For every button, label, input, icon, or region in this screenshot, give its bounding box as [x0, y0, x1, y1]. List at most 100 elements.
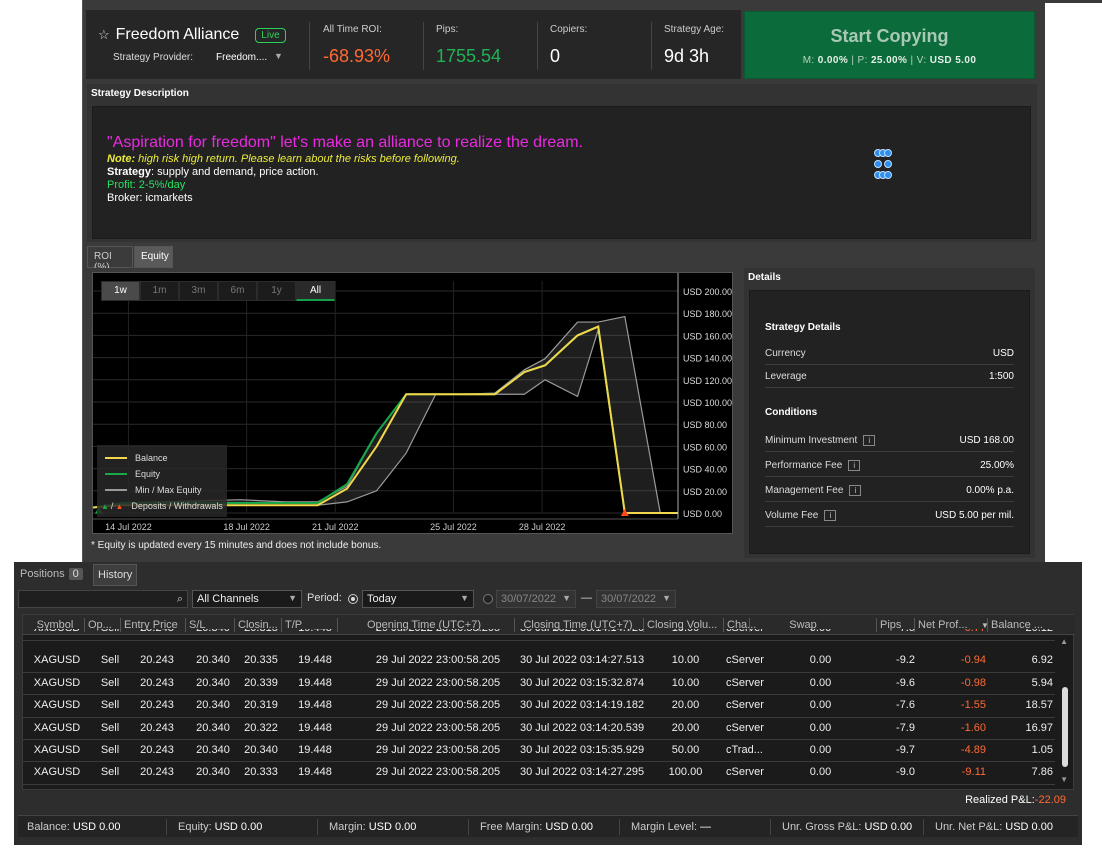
strategy-label: Strategy — [107, 166, 152, 178]
provider-label: Strategy Provider: — [113, 52, 194, 63]
info-icon[interactable]: i — [863, 435, 876, 446]
realized-value: -22.09 — [1034, 794, 1066, 806]
status-margin-level: Margin Level: — — [631, 821, 712, 833]
table-cell: cTrad... — [726, 744, 763, 756]
age-value: 9d 3h — [664, 46, 710, 66]
table-cell: 20.340 — [196, 766, 230, 779]
range-all-button[interactable]: All — [296, 281, 335, 301]
strategy-title: Freedom Alliance — [115, 26, 240, 43]
table-cell: Sell — [96, 629, 124, 634]
status-equity: Equity: USD 0.00 — [178, 821, 263, 833]
table-cell: -4.89 — [960, 744, 986, 756]
tab-equity[interactable]: Equity — [134, 246, 173, 268]
y-tick-label: USD 200.00 — [683, 287, 732, 297]
table-cell: -9.11 — [961, 766, 986, 779]
pips-value: 1755.54 — [436, 46, 502, 66]
table-row[interactable]: XAGUSD Sell 20.243 20.340 20.319 19.448 29 Jul… — [23, 695, 1055, 718]
strategy-description-panel: Strategy Description "Aspiration for fre… — [87, 84, 1037, 242]
scroll-up-icon[interactable]: ▲ — [1060, 637, 1068, 646]
x-tick-label: 21 Jul 2022 — [312, 522, 359, 532]
fee-summary: M: 0.00% | P: 25.00% | V: USD 5.00 — [745, 55, 1034, 66]
chevron-down-icon[interactable]: ▼ — [274, 51, 283, 61]
conditions-title: Conditions — [765, 407, 818, 418]
table-row[interactable]: XAGUSD Sell 20.243 20.340 20.335 19.448 29 Jul… — [23, 650, 1055, 673]
p-label: | P: — [851, 55, 868, 66]
age-stat: Strategy Age: 9d 3h — [664, 24, 724, 67]
table-cell: -0.98 — [960, 676, 986, 689]
table-row[interactable]: XAGUSD Sell 20.243 20.340 20.322 19.448 29 Jul… — [23, 718, 1055, 740]
table-cell: 20.00 — [671, 721, 700, 734]
table-cell: 20.340 — [196, 676, 230, 689]
table-cell: 29 Jul 2022 23:00:58.205 — [375, 699, 501, 712]
scrollbar[interactable]: ▲ ▼ — [1060, 637, 1071, 785]
table-cell: 20.243 — [140, 699, 174, 712]
y-tick-label: USD 0.00 — [683, 509, 722, 519]
scroll-thumb[interactable] — [1062, 687, 1068, 767]
info-icon[interactable]: i — [848, 460, 861, 471]
table-cell: XAGUSD — [33, 744, 81, 756]
m-label: M: — [802, 55, 815, 66]
history-panel: Positions 0 History ⌕ All Channels ▼ Perio… — [14, 562, 1082, 845]
table-row[interactable]: XAGUSD Sell 20.243 20.340 20.339 19.448 29 Jul… — [23, 673, 1055, 696]
section-title: Strategy Description — [91, 88, 189, 99]
table-cell: 20.340 — [244, 744, 278, 756]
copiers-label: Copiers: — [550, 24, 588, 35]
realized-pnl: Realized P&L:-22.09 — [965, 794, 1066, 806]
range-1y-button[interactable]: 1y — [257, 281, 296, 301]
status-margin: Margin: USD 0.00 — [329, 821, 417, 833]
table-cell: -7.9 — [896, 721, 915, 734]
note-line: Note: high risk high return. Please lear… — [107, 153, 460, 165]
tab-history[interactable]: History — [93, 564, 138, 586]
provider-value[interactable]: Freedom.... — [216, 52, 267, 63]
table-cell: 29 Jul 2022 23:00:58.205 — [375, 676, 501, 689]
table-row[interactable]: XAGUSD Sell 20.243 20.340 20.318 19.448 29 Jul… — [23, 629, 1055, 641]
star-icon[interactable]: ☆ — [98, 27, 110, 43]
table-cell: XAGUSD — [33, 721, 81, 734]
period-select[interactable]: Today ▼ — [362, 590, 474, 608]
roi-stat: All Time ROI: -68.93% — [323, 24, 390, 67]
range-1m-button[interactable]: 1m — [140, 281, 179, 301]
table-cell: 20.12 — [991, 629, 1053, 634]
info-icon[interactable]: i — [849, 485, 862, 496]
table-cell: -7.6 — [896, 699, 915, 712]
date-range-radio[interactable] — [483, 594, 493, 604]
roi-label: All Time ROI: — [323, 24, 382, 35]
start-copying-button[interactable]: Start Copying M: 0.00% | P: 25.00% | V: … — [744, 11, 1035, 79]
table-cell: Sell — [100, 699, 120, 712]
channels-select[interactable]: All Channels ▼ — [192, 590, 302, 608]
period-radio[interactable] — [348, 594, 358, 604]
table-cell: 19.448 — [298, 654, 332, 667]
table-cell: 0.00 — [809, 699, 832, 712]
table-cell: 20.00 — [671, 699, 700, 712]
table-cell: 20.243 — [140, 766, 174, 779]
table-cell: 0.00 — [809, 654, 832, 667]
search-input[interactable]: ⌕ — [18, 590, 188, 608]
tab-positions[interactable]: Positions 0 — [16, 564, 87, 586]
table-cell: 100.00 — [668, 766, 703, 779]
table-cell: 20.340 — [196, 654, 230, 667]
x-tick-label: 28 Jul 2022 — [519, 522, 566, 532]
date-to-input[interactable]: 30/07/2022 ▼ — [596, 590, 676, 608]
positions-count-badge: 0 — [68, 568, 83, 580]
description-headline: "Aspiration for freedom" let's make an a… — [107, 134, 583, 151]
table-cell: XAGUSD — [33, 654, 81, 667]
y-tick-label: USD 180.00 — [683, 309, 732, 319]
detail-row-management-fee: Management Fee i 0.00% p.a. — [765, 480, 1014, 502]
table-cell: 20.322 — [244, 721, 278, 734]
table-cell: 18.57 — [1025, 699, 1053, 712]
strategy-logo-icon — [874, 149, 896, 189]
realized-label: Realized P&L: — [965, 794, 1035, 806]
table-cell: 19.448 — [298, 721, 332, 734]
range-3m-button[interactable]: 3m — [179, 281, 218, 301]
scroll-down-icon[interactable]: ▼ — [1060, 775, 1068, 784]
table-cell: 19.448 — [298, 766, 332, 779]
date-from-input[interactable]: 30/07/2022 ▼ — [496, 590, 576, 608]
tab-roi[interactable]: ROI (%) — [87, 246, 133, 273]
table-row[interactable]: XAGUSD Sell 20.243 20.340 20.333 19.448 29 Jul… — [23, 762, 1055, 785]
table-row[interactable]: XAGUSD Sell 20.243 20.340 20.340 19.448 29 Jul… — [23, 740, 1055, 763]
info-icon[interactable]: i — [824, 510, 837, 521]
range-1w-button[interactable]: 1w — [101, 281, 140, 301]
table-cell: 29 Jul 2022 23:00:58.205 — [375, 744, 501, 756]
copiers-value: 0 — [550, 46, 561, 66]
range-6m-button[interactable]: 6m — [218, 281, 257, 301]
